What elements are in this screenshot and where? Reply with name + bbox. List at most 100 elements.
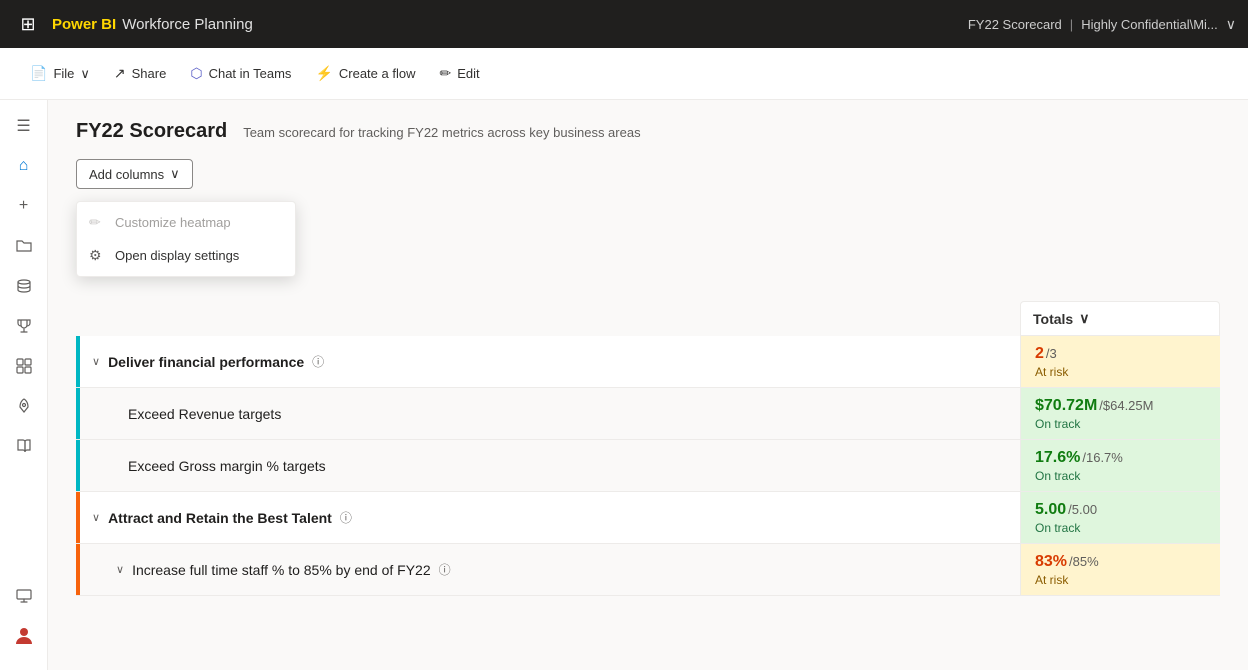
metric-value-revenue: $70.72M — [1035, 397, 1097, 415]
add-columns-label: Add columns — [89, 167, 164, 182]
teams-icon: ⬡ — [190, 65, 202, 82]
edit-label: Edit — [457, 66, 479, 81]
metric-status-talent: On track — [1035, 521, 1206, 535]
app-name: Workforce Planning — [122, 16, 253, 33]
section-chevron-staff[interactable]: ∨ — [116, 563, 124, 576]
metric-target-staff: /85% — [1069, 554, 1099, 569]
dropdown-menu: ✏ Customize heatmap ⚙ Open display setti… — [76, 201, 296, 277]
section-label-revenue: Exceed Revenue targets — [128, 406, 281, 422]
file-button[interactable]: 📄 File ∨ — [20, 59, 100, 88]
totals-label: Totals — [1033, 311, 1073, 327]
sidebar-item-data[interactable] — [6, 268, 42, 304]
table-header: Totals ∨ — [76, 301, 1220, 336]
file-label: File — [53, 66, 74, 81]
flow-button[interactable]: ⚡ Create a flow — [305, 59, 425, 88]
metric-cell-financial: 2 /3 At risk — [1020, 336, 1220, 387]
separator: | — [1070, 17, 1073, 32]
edit-button[interactable]: ✏ Edit — [429, 59, 489, 88]
sidebar-item-person[interactable] — [6, 618, 42, 654]
file-chevron: ∨ — [80, 66, 90, 82]
row-content-revenue: Exceed Revenue targets — [76, 388, 1020, 439]
open-display-settings-item[interactable]: ⚙ Open display settings — [77, 239, 295, 272]
top-bar-right: FY22 Scorecard | Highly Confidential\Mi.… — [968, 16, 1236, 33]
section-label-margin: Exceed Gross margin % targets — [128, 458, 326, 474]
sidebar: ☰ ⌂ + — [0, 100, 48, 670]
chat-button[interactable]: ⬡ Chat in Teams — [180, 59, 301, 88]
scorecard-table: Totals ∨ ∨ Deliver financial performance… — [76, 301, 1220, 596]
metric-cell-talent: 5.00 /5.00 On track — [1020, 492, 1220, 543]
customize-icon: ✏ — [89, 214, 105, 231]
top-bar: ⊞ Power BI Workforce Planning FY22 Score… — [0, 0, 1248, 48]
chat-label: Chat in Teams — [209, 66, 292, 81]
info-icon-financial[interactable]: ⓘ — [312, 353, 324, 370]
metric-status-financial: At risk — [1035, 365, 1206, 379]
row-content-financial: ∨ Deliver financial performance ⓘ — [76, 336, 1020, 387]
scorecard-subtitle: Team scorecard for tracking FY22 metrics… — [243, 125, 640, 140]
sidebar-item-dashboard[interactable] — [6, 348, 42, 384]
metric-target-margin: /16.7% — [1082, 450, 1122, 465]
sidebar-item-create[interactable]: + — [6, 188, 42, 224]
add-columns-button[interactable]: Add columns ∨ — [76, 159, 193, 189]
settings-icon: ⚙ — [89, 247, 105, 264]
row-content-talent: ∨ Attract and Retain the Best Talent ⓘ — [76, 492, 1020, 543]
share-button[interactable]: ↗ Share — [104, 59, 176, 88]
sidebar-item-trophy[interactable] — [6, 308, 42, 344]
section-label-financial: Deliver financial performance — [108, 354, 304, 370]
info-icon-staff[interactable]: ⓘ — [439, 561, 451, 578]
sidebar-item-rocket[interactable] — [6, 388, 42, 424]
waffle-icon[interactable]: ⊞ — [12, 8, 44, 40]
sidebar-item-folder[interactable] — [6, 228, 42, 264]
section-chevron-talent[interactable]: ∨ — [92, 511, 100, 524]
edit-icon: ✏ — [439, 65, 451, 82]
file-icon: 📄 — [30, 65, 47, 82]
scorecard-title: FY22 Scorecard — [76, 120, 227, 143]
table-row: Exceed Gross margin % targets 17.6% /16.… — [76, 440, 1220, 492]
flow-label: Create a flow — [339, 66, 416, 81]
share-label: Share — [132, 66, 167, 81]
row-content-margin: Exceed Gross margin % targets — [76, 440, 1020, 491]
metric-target-revenue: /$64.25M — [1099, 398, 1153, 413]
settings-label: Open display settings — [115, 248, 239, 263]
sidebar-item-book[interactable] — [6, 428, 42, 464]
add-columns-chevron: ∨ — [170, 166, 180, 182]
metric-status-margin: On track — [1035, 469, 1206, 483]
metric-cell-revenue: $70.72M /$64.25M On track — [1020, 388, 1220, 439]
table-row: ∨ Attract and Retain the Best Talent ⓘ 5… — [76, 492, 1220, 544]
customize-label: Customize heatmap — [115, 215, 231, 230]
metric-value-staff: 83% — [1035, 553, 1067, 571]
main-layout: ☰ ⌂ + — [0, 100, 1248, 670]
totals-chevron: ∨ — [1079, 310, 1089, 327]
section-label-staff: Increase full time staff % to 85% by end… — [132, 562, 431, 578]
metric-cell-staff: 83% /85% At risk — [1020, 544, 1220, 595]
metric-value-margin: 17.6% — [1035, 449, 1080, 467]
sensitivity-chevron[interactable]: ∨ — [1226, 16, 1236, 33]
metric-value-financial: 2 — [1035, 345, 1044, 363]
logo-area: Power BI Workforce Planning — [52, 16, 253, 33]
metric-cell-margin: 17.6% /16.7% On track — [1020, 440, 1220, 491]
table-row: Exceed Revenue targets $70.72M /$64.25M … — [76, 388, 1220, 440]
metric-value-talent: 5.00 — [1035, 501, 1066, 519]
section-label-talent: Attract and Retain the Best Talent — [108, 510, 332, 526]
sidebar-item-home[interactable]: ⌂ — [6, 148, 42, 184]
metric-status-revenue: On track — [1035, 417, 1206, 431]
content-inner: FY22 Scorecard Team scorecard for tracki… — [48, 100, 1248, 616]
metric-target-financial: /3 — [1046, 346, 1057, 361]
logo-text: Power BI — [52, 16, 116, 33]
report-title: FY22 Scorecard — [968, 17, 1062, 32]
sensitivity-label: Highly Confidential\Mi... — [1081, 17, 1218, 32]
table-row: ∨ Increase full time staff % to 85% by e… — [76, 544, 1220, 596]
sidebar-item-monitor[interactable] — [6, 578, 42, 614]
customize-heatmap-item: ✏ Customize heatmap — [77, 206, 295, 239]
toolbar: 📄 File ∨ ↗ Share ⬡ Chat in Teams ⚡ Creat… — [0, 48, 1248, 100]
section-chevron-financial[interactable]: ∨ — [92, 355, 100, 368]
row-content-staff: ∨ Increase full time staff % to 85% by e… — [76, 544, 1020, 595]
table-row: ∨ Deliver financial performance ⓘ 2 /3 A… — [76, 336, 1220, 388]
info-icon-talent[interactable]: ⓘ — [340, 509, 352, 526]
share-icon: ↗ — [114, 65, 126, 82]
sidebar-item-menu[interactable]: ☰ — [6, 108, 42, 144]
metric-status-staff: At risk — [1035, 573, 1206, 587]
scorecard-header: FY22 Scorecard Team scorecard for tracki… — [76, 120, 1220, 143]
metric-target-talent: /5.00 — [1068, 502, 1097, 517]
totals-column-header[interactable]: Totals ∨ — [1020, 301, 1220, 336]
flow-icon: ⚡ — [315, 65, 332, 82]
